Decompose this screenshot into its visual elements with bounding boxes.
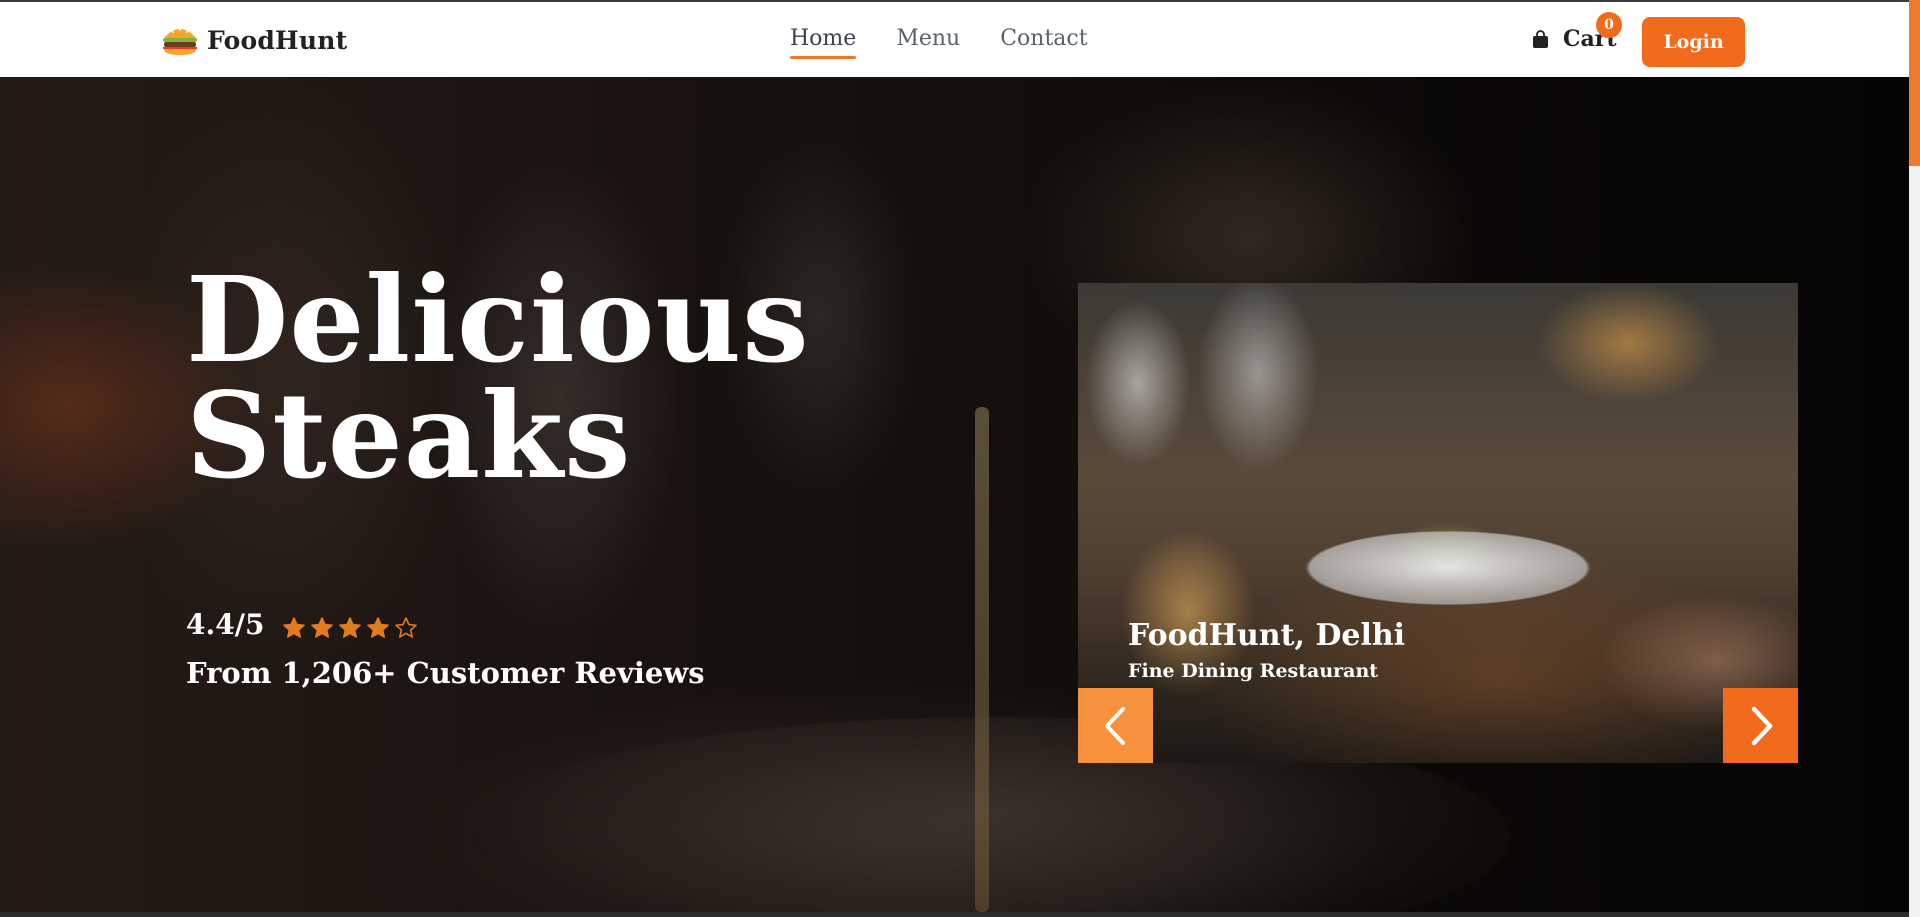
nav-link-home[interactable]: Home (790, 26, 857, 59)
burger-icon (163, 29, 197, 55)
hero-title: Delicious Steaks (186, 261, 810, 495)
nav-link-menu[interactable]: Menu (896, 26, 960, 57)
navbar: FoodHunt Home Menu Contact Cart 0 Login (0, 0, 1909, 77)
nav-links: Home Menu Contact (790, 26, 1088, 59)
star-filled-icon (283, 616, 306, 638)
star-filled-icon (367, 616, 390, 638)
star-filled-icon (311, 616, 334, 638)
carousel-slide-subtitle: Fine Dining Restaurant (1128, 660, 1379, 682)
cart-count-badge: 0 (1596, 12, 1622, 38)
hero-title-line2: Steaks (186, 366, 632, 505)
login-button[interactable]: Login (1642, 17, 1745, 67)
star-filled-icon (339, 616, 362, 638)
shopping-bag-icon (1533, 29, 1548, 48)
carousel-slide-title: FoodHunt, Delhi (1128, 618, 1406, 653)
star-empty-icon (395, 616, 418, 638)
chevron-left-icon (1104, 706, 1125, 745)
reviews-count: From 1,206+ Customer Reviews (186, 656, 705, 690)
restaurant-carousel: FoodHunt, Delhi Fine Dining Restaurant (1078, 283, 1798, 763)
chevron-right-icon (1751, 706, 1772, 745)
carousel-next-button[interactable] (1723, 688, 1798, 763)
brand[interactable]: FoodHunt (161, 24, 347, 56)
scrollbar-thumb[interactable] (1909, 0, 1920, 166)
nav-link-contact[interactable]: Contact (1000, 26, 1087, 57)
rating-stars (282, 616, 418, 640)
rating: 4.4/5 (186, 608, 418, 641)
brand-name: FoodHunt (207, 25, 348, 55)
page-scrollbar[interactable] (1909, 0, 1920, 917)
carousel-prev-button[interactable] (1078, 688, 1153, 763)
cart-button[interactable]: Cart 0 (1532, 12, 1622, 52)
rating-value: 4.4/5 (186, 608, 265, 641)
